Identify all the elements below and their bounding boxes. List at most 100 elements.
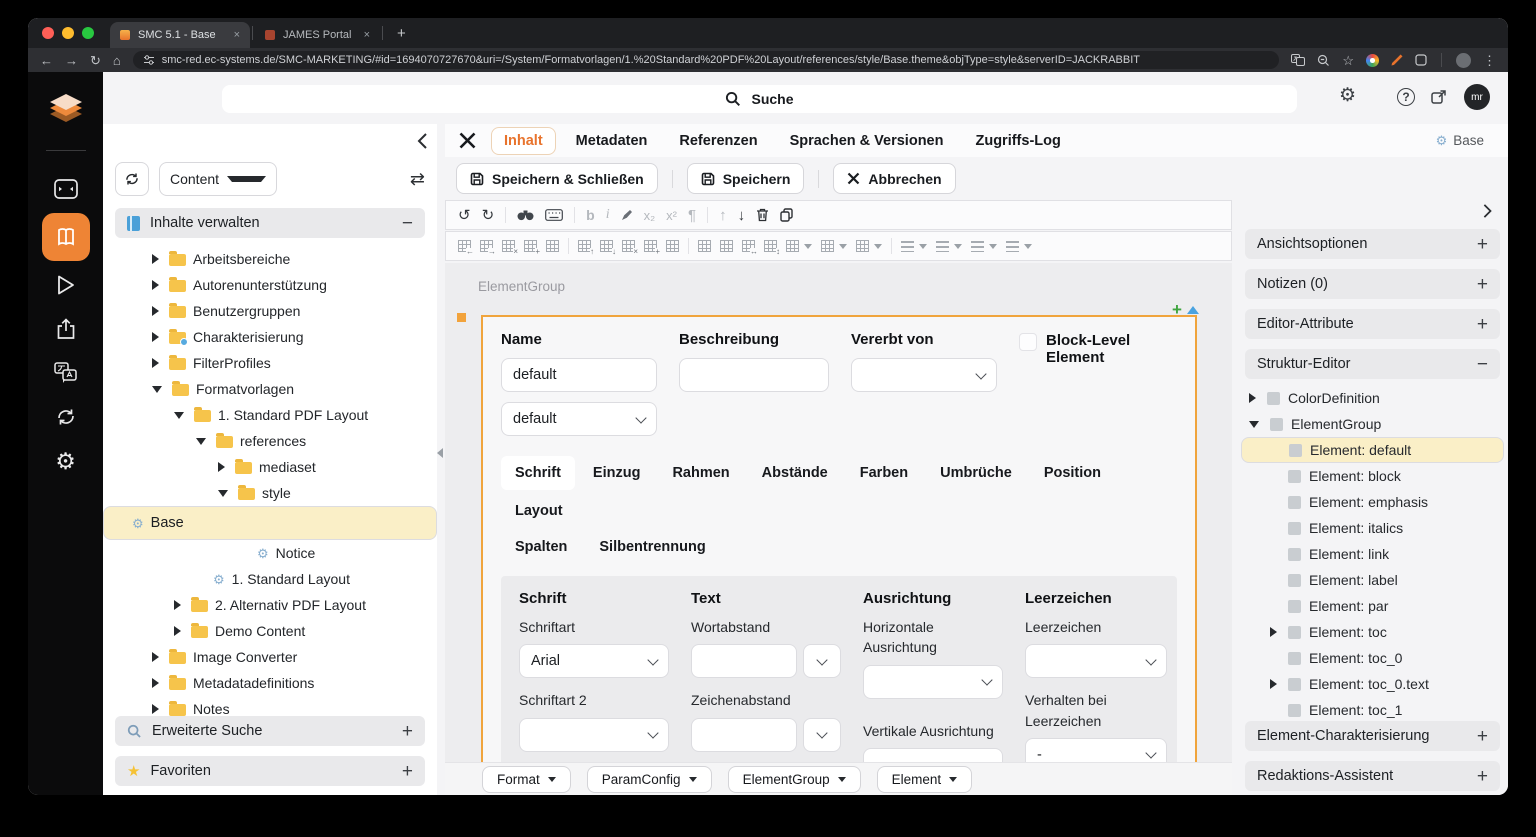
tree-item-selected[interactable]: ⚙ Base bbox=[103, 506, 437, 540]
element-dropdown-button[interactable]: Element bbox=[876, 765, 973, 793]
tree-source-select[interactable]: Content bbox=[159, 162, 277, 196]
sidebar-item-settings[interactable]: ⚙ bbox=[42, 439, 90, 483]
tab-close-icon[interactable]: × bbox=[234, 29, 240, 41]
advanced-search-section[interactable]: Erweiterte Suche + bbox=[115, 716, 425, 746]
style-tab-silbentrennung[interactable]: Silbentrennung bbox=[585, 530, 719, 564]
split-row-icon[interactable] bbox=[666, 240, 679, 252]
section-redaktions-assistent[interactable]: Redaktions-Assistent + bbox=[1245, 761, 1500, 791]
open-window-icon[interactable] bbox=[1431, 89, 1448, 105]
style-tab-spalten[interactable]: Spalten bbox=[501, 530, 581, 564]
settings-gear-icon[interactable]: ⚙ bbox=[1339, 86, 1356, 105]
style-tab-schrift[interactable]: Schrift bbox=[501, 456, 575, 490]
move-down-icon[interactable]: ↓ bbox=[738, 208, 746, 223]
reload-icon[interactable]: ↻ bbox=[90, 54, 101, 67]
pilcrow-icon[interactable]: ¶ bbox=[688, 208, 696, 223]
style-tab-einzug[interactable]: Einzug bbox=[579, 456, 655, 490]
zeichenabstand-input[interactable] bbox=[691, 717, 797, 752]
tab-zugriffs-log[interactable]: Zugriffs-Log bbox=[963, 128, 1072, 154]
collapse-section-icon[interactable]: − bbox=[402, 214, 413, 233]
site-settings-icon[interactable] bbox=[143, 54, 155, 66]
sidebar-item-sync[interactable] bbox=[42, 395, 90, 439]
keyboard-icon[interactable] bbox=[545, 209, 564, 221]
block-level-checkbox[interactable] bbox=[1019, 333, 1037, 351]
tree-item[interactable]: ⚙ Notice bbox=[103, 540, 437, 566]
structure-item[interactable]: Element: emphasis bbox=[1241, 489, 1504, 515]
style-tab-farben[interactable]: Farben bbox=[846, 456, 922, 490]
caret-right-icon[interactable] bbox=[152, 358, 159, 368]
panel-splitter-handle[interactable] bbox=[437, 448, 443, 458]
caret-right-icon[interactable] bbox=[1249, 393, 1256, 403]
refresh-tree-button[interactable] bbox=[115, 162, 149, 196]
section-struktur-editor[interactable]: Struktur-Editor − bbox=[1245, 349, 1500, 379]
horizontale-ausrichtung-select[interactable] bbox=[863, 664, 1003, 699]
section-notizen[interactable]: Notizen (0) + bbox=[1245, 269, 1500, 299]
address-bar[interactable]: smc-red.ec-systems.de/SMC-MARKETING/#id=… bbox=[132, 51, 1280, 69]
tab-metadaten[interactable]: Metadaten bbox=[564, 128, 660, 154]
name-select[interactable]: default bbox=[501, 402, 657, 436]
caret-right-icon[interactable] bbox=[174, 600, 181, 610]
caret-right-icon[interactable] bbox=[152, 254, 159, 264]
inherited-select[interactable] bbox=[851, 358, 997, 392]
caret-right-icon[interactable] bbox=[152, 306, 159, 316]
caret-right-icon[interactable] bbox=[174, 626, 181, 636]
cell-bottom-align-dropdown[interactable] bbox=[856, 240, 882, 252]
forward-icon[interactable]: → bbox=[65, 54, 78, 67]
pen-extension-icon[interactable] bbox=[1391, 54, 1403, 66]
sidebar-item-publish[interactable] bbox=[42, 307, 90, 351]
collapse-left-panel-icon[interactable] bbox=[415, 132, 431, 150]
superscript-icon[interactable]: x² bbox=[666, 209, 677, 222]
table-height-icon[interactable]: ↕ bbox=[764, 240, 780, 256]
style-tab-umbrueche[interactable]: Umbrüche bbox=[926, 456, 1026, 490]
structure-item[interactable]: ElementGroup bbox=[1241, 411, 1504, 437]
caret-right-icon[interactable] bbox=[152, 280, 159, 290]
tree-item[interactable]: Demo Content bbox=[103, 618, 437, 644]
highlight-icon[interactable] bbox=[621, 209, 633, 221]
favorites-section[interactable]: ★ Favoriten + bbox=[115, 756, 425, 786]
expand-section-icon[interactable]: + bbox=[1477, 275, 1488, 294]
zoom-window-button[interactable] bbox=[82, 27, 94, 39]
caret-down-icon[interactable] bbox=[218, 489, 228, 497]
structure-item[interactable]: Element: label bbox=[1241, 567, 1504, 593]
section-element-charakterisierung[interactable]: Element-Charakterisierung + bbox=[1245, 721, 1500, 751]
align-center-dropdown[interactable] bbox=[936, 240, 962, 252]
align-right-dropdown[interactable] bbox=[971, 240, 997, 252]
tree-section-header[interactable]: Inhalte verwalten − bbox=[115, 208, 425, 238]
zoom-icon[interactable] bbox=[1317, 54, 1330, 67]
subscript-icon[interactable]: x₂ bbox=[644, 209, 656, 222]
section-editor-attribute[interactable]: Editor-Attribute + bbox=[1245, 309, 1500, 339]
tree-item[interactable]: 1. Standard PDF Layout bbox=[103, 402, 437, 428]
sidebar-item-content[interactable] bbox=[41, 213, 90, 261]
schriftart-select[interactable]: Arial bbox=[519, 644, 669, 679]
back-icon[interactable]: ← bbox=[40, 54, 53, 67]
collapse-section-icon[interactable]: − bbox=[1477, 355, 1488, 374]
home-icon[interactable]: ⌂ bbox=[113, 54, 121, 67]
name-input[interactable]: default bbox=[501, 358, 657, 392]
table-width-icon[interactable]: ↔ bbox=[742, 240, 758, 256]
style-tab-layout[interactable]: Layout bbox=[501, 494, 577, 528]
insert-column-left-icon[interactable]: ← bbox=[458, 240, 474, 256]
close-document-icon[interactable] bbox=[458, 131, 477, 150]
wortabstand-unit-select[interactable] bbox=[803, 644, 841, 679]
structure-item-selected[interactable]: Element: default bbox=[1241, 437, 1504, 463]
redo-icon[interactable]: ↻ bbox=[482, 208, 495, 223]
table-borders-icon[interactable] bbox=[720, 240, 733, 252]
sidebar-item-workspace[interactable] bbox=[42, 167, 90, 211]
browser-profile-avatar[interactable] bbox=[1456, 52, 1471, 68]
zeichenabstand-unit-select[interactable] bbox=[803, 717, 841, 752]
tab-referenzen[interactable]: Referenzen bbox=[667, 128, 769, 154]
expand-section-icon[interactable]: + bbox=[1477, 727, 1488, 746]
expand-section-icon[interactable]: + bbox=[402, 722, 413, 741]
add-row-icon[interactable]: + bbox=[644, 240, 660, 256]
section-ansichtsoptionen[interactable]: Ansichtsoptionen + bbox=[1245, 229, 1500, 259]
caret-down-icon[interactable] bbox=[196, 437, 206, 445]
save-button[interactable]: Speichern bbox=[686, 163, 805, 194]
tree-item[interactable]: Metadatadefinitions bbox=[103, 670, 437, 696]
caret-right-icon[interactable] bbox=[218, 462, 225, 472]
caret-right-icon[interactable] bbox=[152, 652, 159, 662]
align-justify-dropdown[interactable] bbox=[1006, 240, 1032, 252]
delete-column-icon[interactable]: × bbox=[502, 240, 518, 256]
delete-row-icon[interactable]: × bbox=[622, 240, 638, 256]
schriftart2-select[interactable] bbox=[519, 717, 669, 752]
tree-item[interactable]: Arbeitsbereiche bbox=[103, 246, 437, 272]
structure-item[interactable]: Element: toc_0.text bbox=[1241, 671, 1504, 697]
